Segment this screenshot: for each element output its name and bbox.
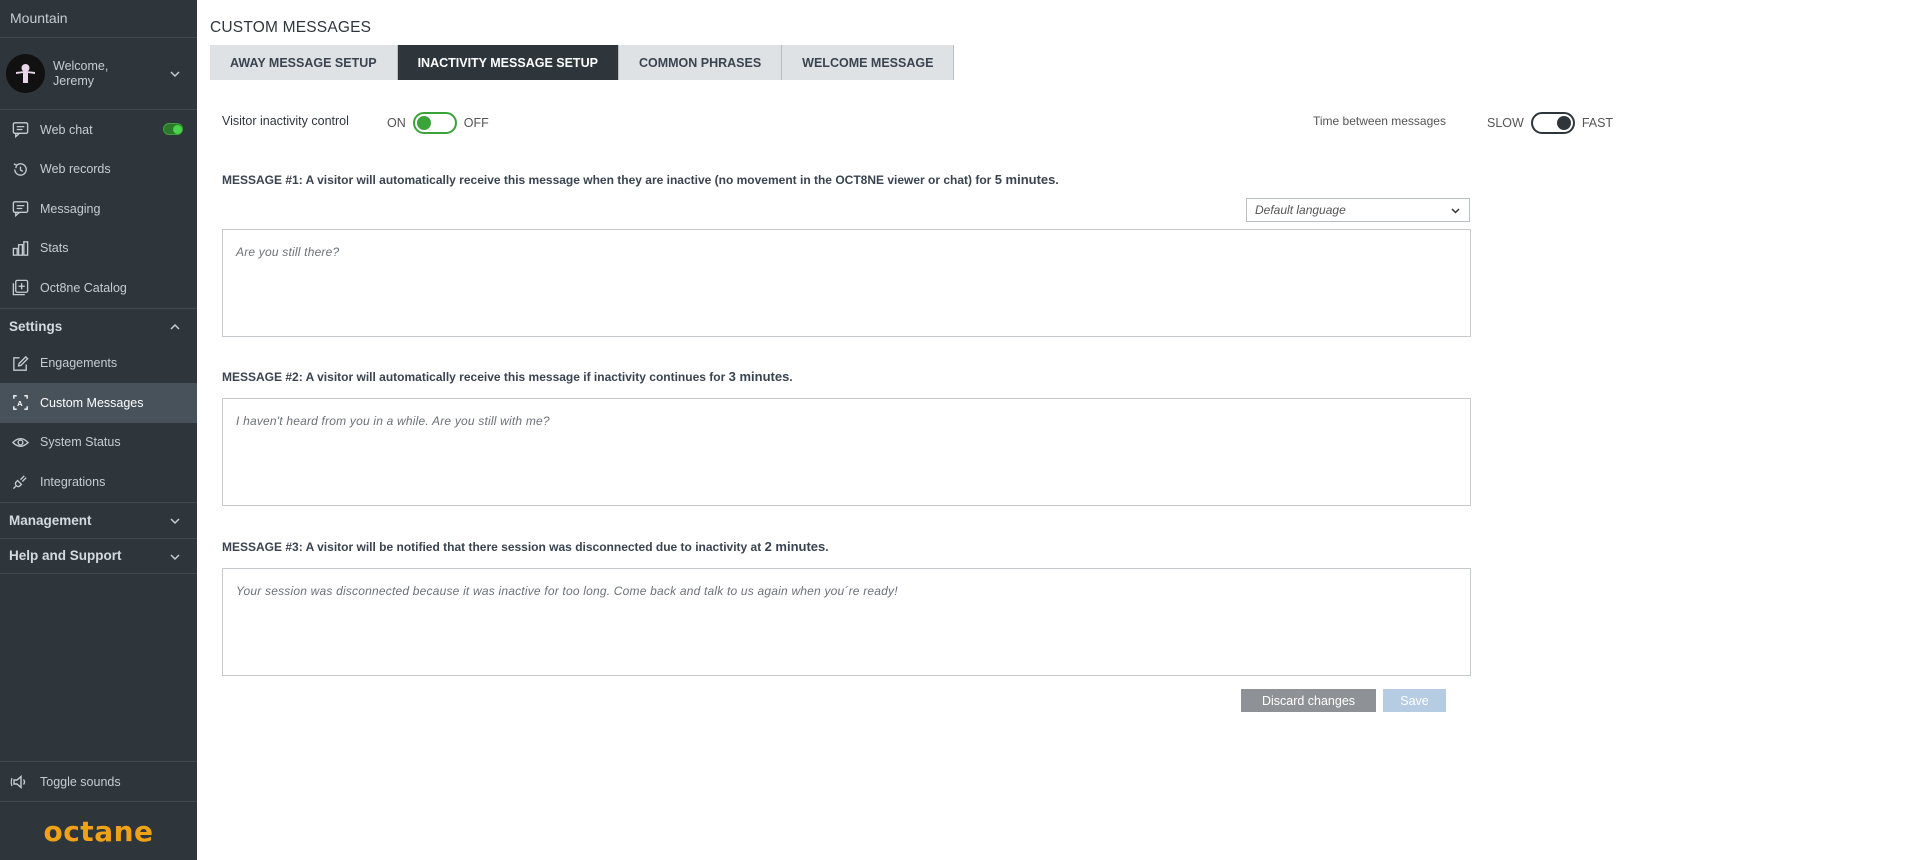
- toggle-knob: [1556, 116, 1571, 130]
- welcome-username: Jeremy: [53, 73, 94, 88]
- tab-welcome-message[interactable]: WELCOME MESSAGE: [782, 45, 955, 80]
- message-minutes: 2 minutes: [764, 539, 826, 554]
- nav-messaging[interactable]: Messaging: [0, 189, 197, 229]
- app-window: Mountain Welcome, Jeremy Web chat Web re…: [0, 0, 1906, 860]
- chevron-down-icon: [170, 517, 180, 524]
- tab-bar: AWAY MESSAGE SETUP INACTIVITY MESSAGE SE…: [210, 45, 955, 80]
- user-avatar-icon: [6, 54, 45, 93]
- bar-chart-icon: [10, 238, 30, 258]
- tab-common-phrases[interactable]: COMMON PHRASES: [618, 45, 783, 80]
- language-select[interactable]: Default language: [1246, 198, 1470, 222]
- octane-logo: octane: [43, 814, 154, 848]
- sidebar-footer: Toggle sounds octane: [0, 761, 197, 860]
- on-label: ON: [387, 116, 406, 130]
- nav-label: Web records: [40, 162, 111, 177]
- nav-integrations[interactable]: Integrations: [0, 462, 197, 502]
- nav-custom-messages[interactable]: A Custom Messages: [0, 383, 197, 423]
- nav-catalog[interactable]: Oct8ne Catalog: [0, 268, 197, 308]
- toggle-sounds-label: Toggle sounds: [40, 774, 121, 789]
- message-label-suffix: .: [1055, 173, 1059, 187]
- message-speed-toggle[interactable]: [1530, 112, 1575, 134]
- nav-label: Stats: [40, 241, 69, 256]
- history-icon: [10, 159, 30, 179]
- help-section-toggle[interactable]: Help and Support: [0, 537, 197, 574]
- controls-row: Visitor inactivity control ON OFF Time b…: [222, 112, 1622, 136]
- toggle-knob: [416, 116, 431, 130]
- nav-label: Web chat: [40, 122, 93, 137]
- message-label-text: MESSAGE #3: A visitor will be notified t…: [222, 540, 765, 554]
- tab-away-message-setup[interactable]: AWAY MESSAGE SETUP: [210, 45, 398, 80]
- save-button[interactable]: Save: [1383, 689, 1446, 712]
- nav-label: Custom Messages: [40, 395, 144, 410]
- message-2-textarea[interactable]: I haven't heard from you in a while. Are…: [222, 398, 1471, 506]
- chat-bubble-icon: [10, 120, 30, 140]
- plug-icon: [10, 472, 30, 492]
- eye-icon: [10, 432, 30, 452]
- edit-icon: [10, 353, 30, 373]
- main-content: CUSTOM MESSAGES AWAY MESSAGE SETUP INACT…: [197, 0, 1906, 860]
- web-chat-toggle[interactable]: [163, 123, 183, 135]
- catalog-icon: [10, 278, 30, 298]
- message-2-label: MESSAGE #2: A visitor will automatically…: [222, 369, 793, 384]
- visitor-inactivity-toggle[interactable]: [412, 112, 457, 134]
- inactivity-toggle-group: ON OFF: [387, 112, 489, 134]
- custom-messages-icon: A: [10, 393, 30, 413]
- message-3-textarea[interactable]: Your session was disconnected because it…: [222, 568, 1471, 676]
- nav-engagements[interactable]: Engagements: [0, 344, 197, 384]
- chevron-down-icon: [170, 553, 180, 560]
- section-label: Settings: [9, 318, 63, 334]
- nav-label: Engagements: [40, 356, 118, 371]
- nav-label: Integrations: [40, 474, 106, 489]
- message-label-suffix: .: [825, 540, 829, 554]
- nav-stats[interactable]: Stats: [0, 229, 197, 269]
- message-minutes: 3 minutes: [728, 369, 790, 384]
- slow-label: SLOW: [1487, 116, 1524, 130]
- sidebar: Mountain Welcome, Jeremy Web chat Web re…: [0, 0, 197, 860]
- nav-label: Messaging: [40, 201, 101, 216]
- nav-label: Oct8ne Catalog: [40, 280, 127, 295]
- logo: octane: [0, 801, 197, 860]
- svg-text:A: A: [17, 399, 23, 408]
- language-select-value: Default language: [1255, 203, 1346, 217]
- welcome-greeting: Welcome,: [53, 58, 109, 73]
- message-1-label: MESSAGE #1: A visitor will automatically…: [222, 172, 1059, 187]
- settings-section-toggle[interactable]: Settings: [0, 307, 197, 344]
- speed-toggle-group: SLOW FAST: [1487, 112, 1613, 134]
- message-icon: [10, 199, 30, 219]
- message-1-textarea[interactable]: Are you still there?: [222, 229, 1471, 337]
- chevron-up-icon: [170, 323, 180, 330]
- visitor-inactivity-label: Visitor inactivity control: [222, 114, 349, 128]
- user-menu[interactable]: Welcome, Jeremy: [0, 38, 197, 110]
- chevron-down-icon: [1451, 208, 1460, 214]
- message-label-text: MESSAGE #1: A visitor will automatically…: [222, 173, 995, 187]
- message-3-label: MESSAGE #3: A visitor will be notified t…: [222, 539, 829, 554]
- account-name: Mountain: [0, 0, 197, 38]
- welcome-text: Welcome, Jeremy: [53, 59, 108, 89]
- discard-changes-button[interactable]: Discard changes: [1241, 689, 1376, 712]
- nav-label: System Status: [40, 435, 121, 450]
- toggle-sounds-button[interactable]: Toggle sounds: [0, 761, 197, 801]
- section-label: Help and Support: [9, 548, 122, 563]
- time-between-messages-label: Time between messages: [1313, 114, 1446, 128]
- section-label: Management: [9, 512, 92, 528]
- tab-inactivity-message-setup[interactable]: INACTIVITY MESSAGE SETUP: [397, 45, 619, 80]
- nav-web-records[interactable]: Web records: [0, 150, 197, 190]
- avatar: [6, 54, 45, 93]
- message-label-suffix: .: [789, 370, 793, 384]
- nav-system-status[interactable]: System Status: [0, 423, 197, 463]
- nav-web-chat[interactable]: Web chat: [0, 110, 197, 150]
- fast-label: FAST: [1581, 116, 1614, 130]
- chevron-down-icon[interactable]: [169, 68, 181, 80]
- message-label-text: MESSAGE #2: A visitor will automatically…: [222, 370, 729, 384]
- page-title: CUSTOM MESSAGES: [210, 19, 372, 36]
- management-section-toggle[interactable]: Management: [0, 501, 197, 538]
- speaker-icon: [10, 774, 26, 789]
- message-minutes: 5 minutes: [994, 172, 1056, 187]
- off-label: OFF: [463, 116, 489, 130]
